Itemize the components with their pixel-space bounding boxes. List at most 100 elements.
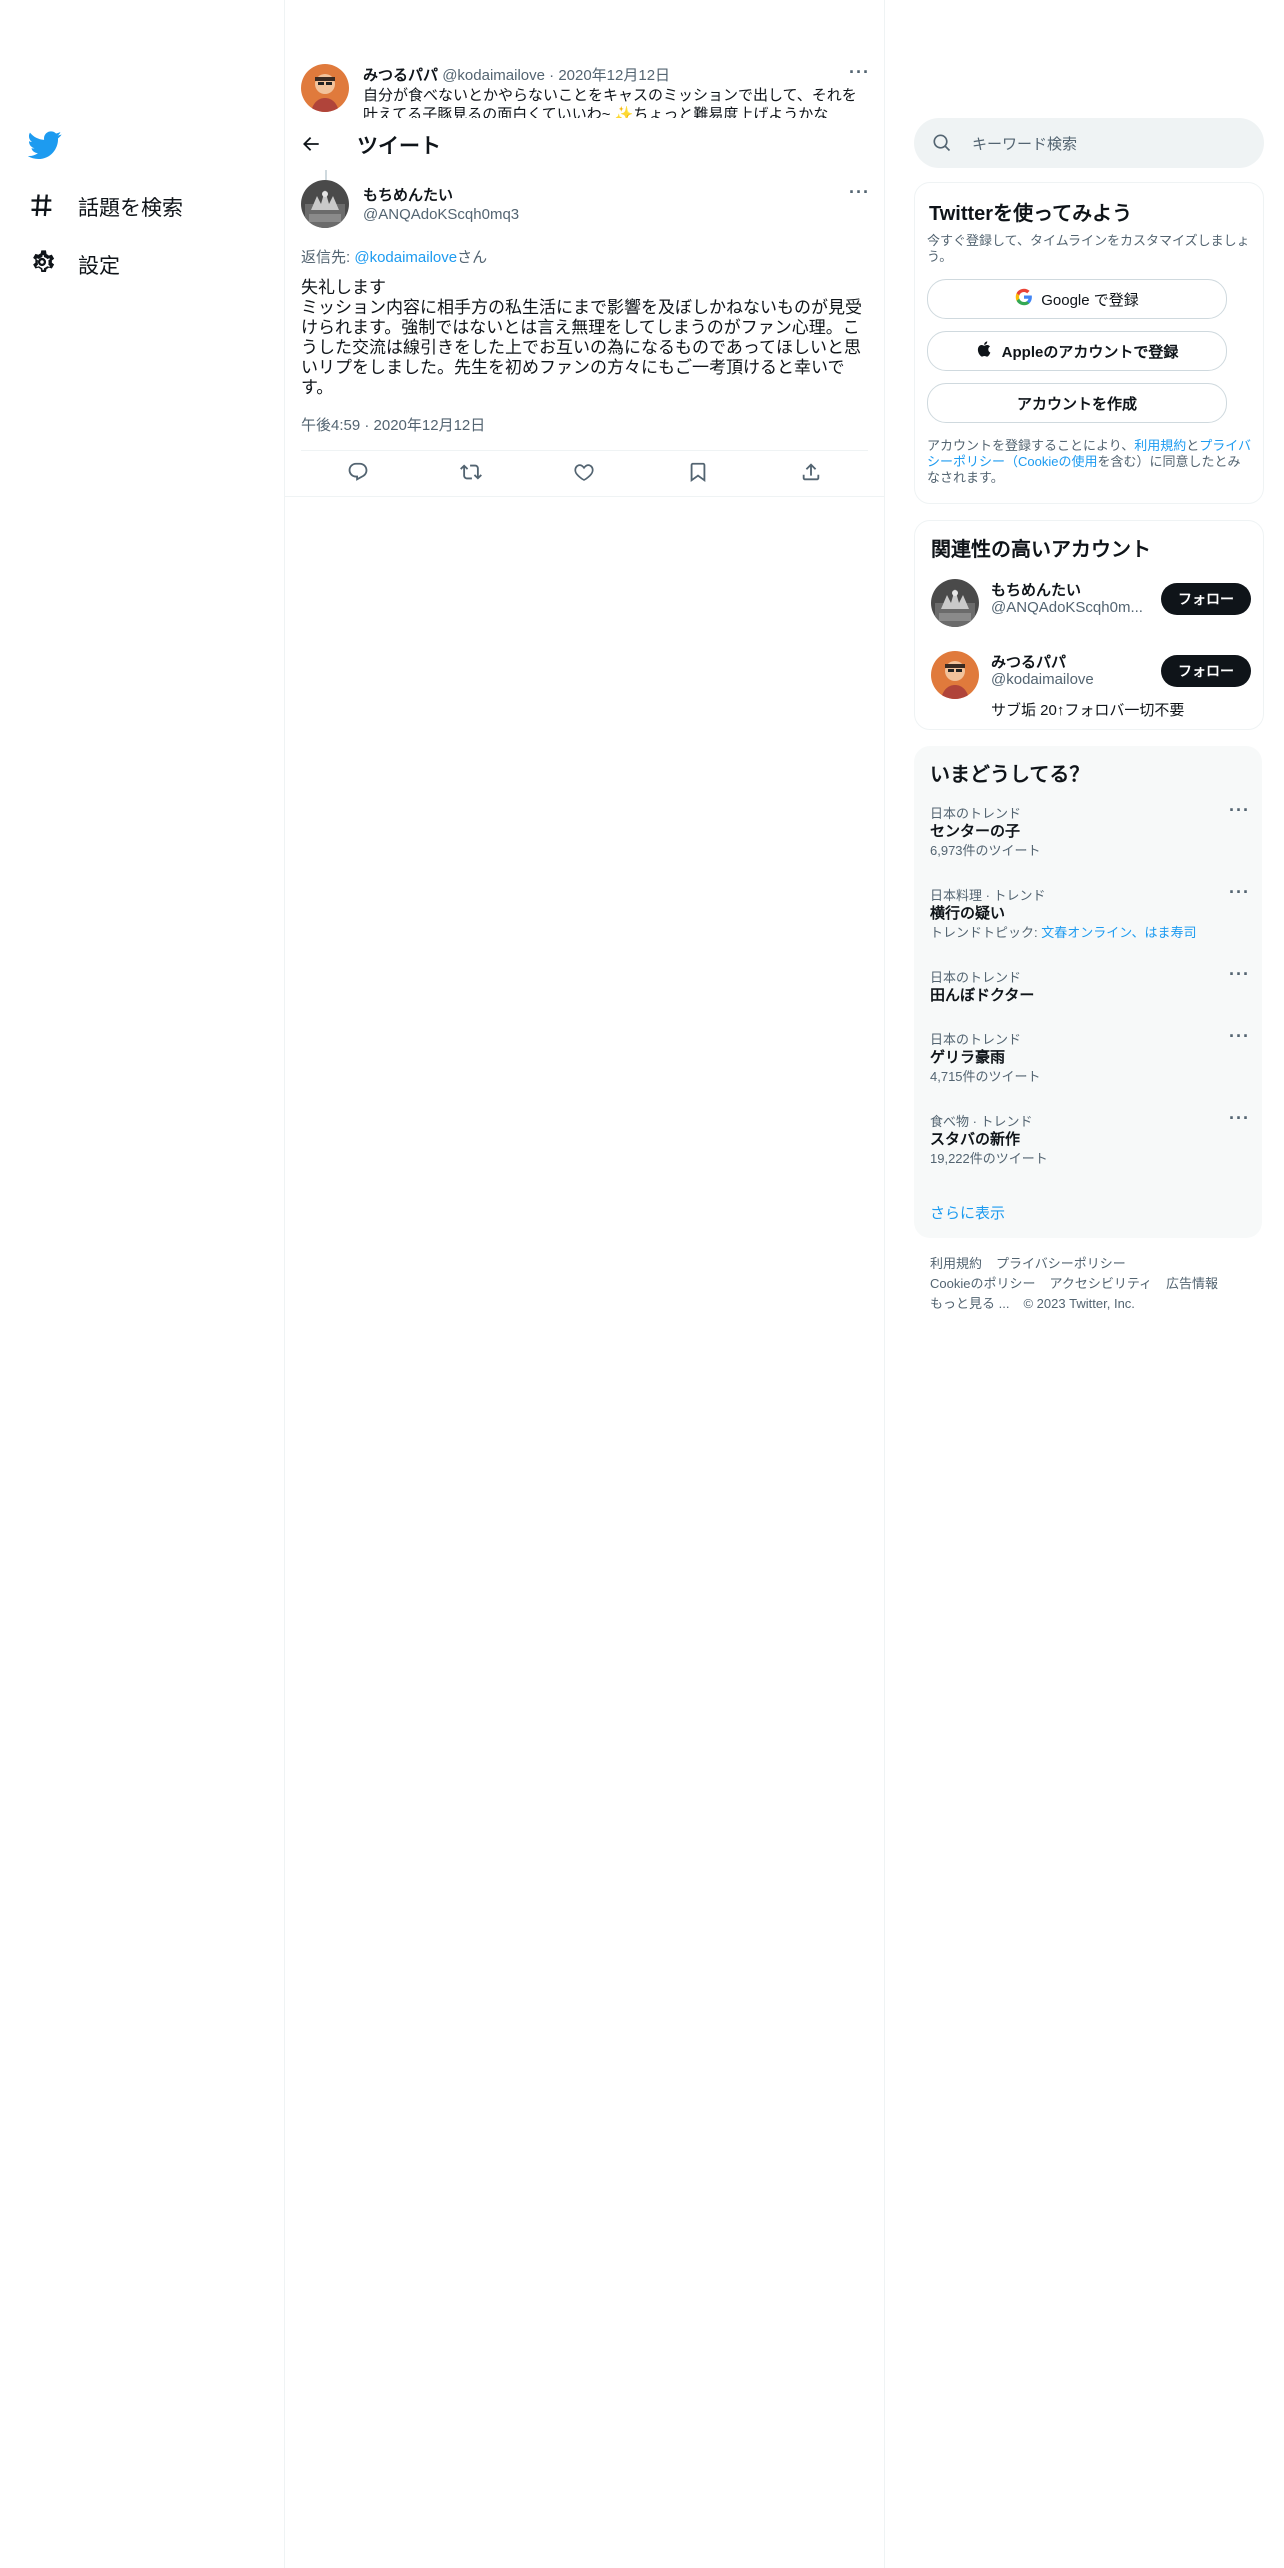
retweet-icon[interactable]: [460, 461, 483, 488]
divider: [884, 0, 885, 2568]
trend-item[interactable]: 日本のトレンド ゲリラ豪雨 4,715件のツイート ···: [930, 1026, 1250, 1086]
avatar[interactable]: [931, 651, 979, 699]
reply-to: 返信先: @kodaimailoveさん: [301, 246, 487, 267]
gear-icon: [28, 248, 56, 282]
footer-privacy-link[interactable]: プライバシーポリシー: [996, 1256, 1126, 1271]
more-options-icon[interactable]: ···: [1229, 1108, 1250, 1129]
trend-title: 横行の疑い: [930, 905, 1006, 922]
google-signup-button[interactable]: Google で登録: [927, 279, 1227, 319]
share-icon[interactable]: [800, 461, 822, 488]
trend-item[interactable]: 日本のトレンド 田んぼドクター ···: [930, 964, 1250, 1006]
parent-tweet-meta: みつるパパ @kodaimailove · 2020年12月12日: [363, 64, 670, 85]
nav-settings-label: 設定: [78, 255, 120, 278]
trend-context: 日本のトレンド: [930, 806, 1022, 821]
signup-title: Twitterを使ってみよう: [929, 203, 1133, 225]
nav-settings[interactable]: 設定: [28, 248, 120, 282]
signup-legal: アカウントを登録することにより、利用規約とプライバシーポリシー（Cookieの使…: [927, 438, 1251, 486]
apple-signup-label: Appleのアカウントで登録: [1001, 343, 1179, 361]
account-item[interactable]: もちめんたい @ANQAdoKScqh0m... フォロー: [931, 579, 1251, 639]
relevant-accounts-card: 関連性の高いアカウント もちめんたい @ANQAdoKScqh0m... フォロ…: [914, 520, 1264, 730]
reply-to-handle-link[interactable]: @kodaimailove: [354, 249, 457, 266]
follow-button[interactable]: フォロー: [1161, 655, 1251, 687]
page-title: ツイート: [357, 135, 441, 158]
create-account-label: アカウントを作成: [1016, 395, 1137, 413]
more-options-icon[interactable]: ···: [1229, 964, 1250, 985]
account-handle: @ANQAdoKScqh0m...: [991, 599, 1143, 616]
tweet-header: ツイート: [285, 118, 884, 170]
trend-title: 田んぼドクター: [930, 987, 1035, 1004]
avatar[interactable]: [301, 180, 349, 228]
account-item[interactable]: みつるパパ @kodaimailove サブ垢 20↑フォロバ一切不要 フォロー: [931, 651, 1251, 721]
search-box[interactable]: [914, 118, 1264, 170]
trends-card: いまどうしてる？ 日本のトレンド センターの子 6,973件のツイート ··· …: [914, 746, 1262, 1238]
parent-tweet[interactable]: みつるパパ @kodaimailove · 2020年12月12日 自分が食べな…: [301, 62, 871, 118]
back-arrow-icon[interactable]: [299, 132, 323, 156]
terms-link[interactable]: 利用規約: [1134, 438, 1186, 453]
footer-accessibility-link[interactable]: アクセシビリティ: [1049, 1276, 1152, 1291]
tweet-timestamp[interactable]: 午後4:59 · 2020年12月12日: [301, 414, 485, 435]
parent-tweet-name[interactable]: みつるパパ: [363, 67, 438, 84]
more-options-icon[interactable]: ···: [849, 62, 870, 83]
signup-subtitle: 今すぐ登録して、タイムラインをカスタマイズしましょう。: [927, 233, 1250, 264]
like-heart-icon[interactable]: [573, 461, 595, 488]
trends-title: いまどうしてる？: [930, 764, 1090, 786]
more-options-icon[interactable]: ···: [1229, 800, 1250, 821]
trend-context: 日本のトレンド: [930, 1032, 1022, 1047]
parent-tweet-text: 自分が食べないとかやらないことをキャスのミッションで出して、それを叶えてる子豚見…: [363, 87, 857, 118]
search-input[interactable]: [970, 118, 1244, 170]
more-options-icon[interactable]: ···: [1229, 882, 1250, 903]
tweet-text: 失礼します ミッション内容に相手方の私生活にまで影響を及ぼしかねないものが見受け…: [301, 278, 862, 397]
create-account-button[interactable]: アカウントを作成: [927, 383, 1227, 423]
google-logo-icon: [1015, 288, 1033, 310]
trend-item[interactable]: 日本料理 · トレンド 横行の疑い トレンドトピック: 文春オンライン、はま寿司…: [930, 882, 1250, 942]
trend-topics: トレンドトピック: 文春オンライン、はま寿司: [930, 924, 1250, 942]
reply-to-prefix: 返信先:: [301, 249, 355, 266]
left-sidebar: 話題を検索 設定: [0, 0, 284, 2568]
trend-item[interactable]: 日本のトレンド センターの子 6,973件のツイート ···: [930, 800, 1250, 860]
divider: [285, 496, 884, 497]
apple-signup-button[interactable]: Appleのアカウントで登録: [927, 331, 1227, 371]
legal-and: と: [1186, 438, 1200, 453]
trend-item[interactable]: 食べ物 · トレンド スタバの新作 19,222件のツイート ···: [930, 1108, 1250, 1168]
google-signup-label: Google で登録: [1041, 291, 1139, 309]
separator-dot: ·: [549, 67, 555, 84]
trend-topic-prefix: トレンドトピック:: [930, 925, 1042, 940]
footer-terms-link[interactable]: 利用規約: [930, 1256, 982, 1271]
trend-title: センターの子: [930, 823, 1021, 840]
account-name: みつるパパ: [991, 654, 1067, 671]
trend-count: 6,973件のツイート: [930, 843, 1041, 858]
reply-to-suffix: さん: [457, 249, 488, 266]
trend-context: 日本のトレンド: [930, 970, 1022, 985]
tweet-author-handle[interactable]: @ANQAdoKScqh0mq3: [363, 206, 519, 223]
footer-more-link[interactable]: もっと見る ...: [930, 1296, 1009, 1311]
footer-cookie-link[interactable]: Cookieのポリシー: [930, 1276, 1035, 1291]
thread-line: [325, 170, 327, 180]
relevant-title: 関連性の高いアカウント: [931, 539, 1151, 561]
twitter-logo-icon[interactable]: [27, 128, 62, 162]
trend-topic-links[interactable]: 文春オンライン、はま寿司: [1041, 925, 1196, 940]
tweet-actions: [301, 452, 868, 496]
show-more-link[interactable]: さらに表示: [930, 1202, 1005, 1223]
trend-title: スタバの新作: [930, 1131, 1021, 1148]
avatar[interactable]: [301, 64, 349, 112]
follow-button[interactable]: フォロー: [1161, 583, 1251, 615]
footer-copyright: © 2023 Twitter, Inc.: [1023, 1296, 1135, 1311]
apple-logo-icon: [976, 340, 994, 362]
tweet-author-name[interactable]: もちめんたい: [363, 184, 453, 205]
reply-icon[interactable]: [347, 461, 369, 488]
account-handle: @kodaimailove: [991, 671, 1094, 688]
nav-explore[interactable]: 話題を検索: [28, 190, 183, 224]
more-options-icon[interactable]: ···: [1229, 1026, 1250, 1047]
signup-card: Twitterを使ってみよう 今すぐ登録して、タイムラインをカスタマイズしましょ…: [914, 182, 1264, 504]
footer: 利用規約 プライバシーポリシー Cookieのポリシー アクセシビリティ 広告情報 も…: [930, 1254, 1250, 1314]
footer-ads-link[interactable]: 広告情報: [1166, 1276, 1218, 1291]
parent-tweet-handle[interactable]: @kodaimailove: [442, 67, 545, 84]
trend-context: 日本料理 · トレンド: [930, 888, 1046, 903]
trend-count: 19,222件のツイート: [930, 1151, 1048, 1166]
trend-context: 食べ物 · トレンド: [930, 1114, 1033, 1129]
parent-tweet-date[interactable]: 2020年12月12日: [558, 67, 670, 84]
bookmark-icon[interactable]: [687, 461, 709, 488]
trend-title: ゲリラ豪雨: [930, 1049, 1006, 1066]
avatar[interactable]: [931, 579, 979, 627]
more-options-icon[interactable]: ···: [849, 182, 870, 203]
